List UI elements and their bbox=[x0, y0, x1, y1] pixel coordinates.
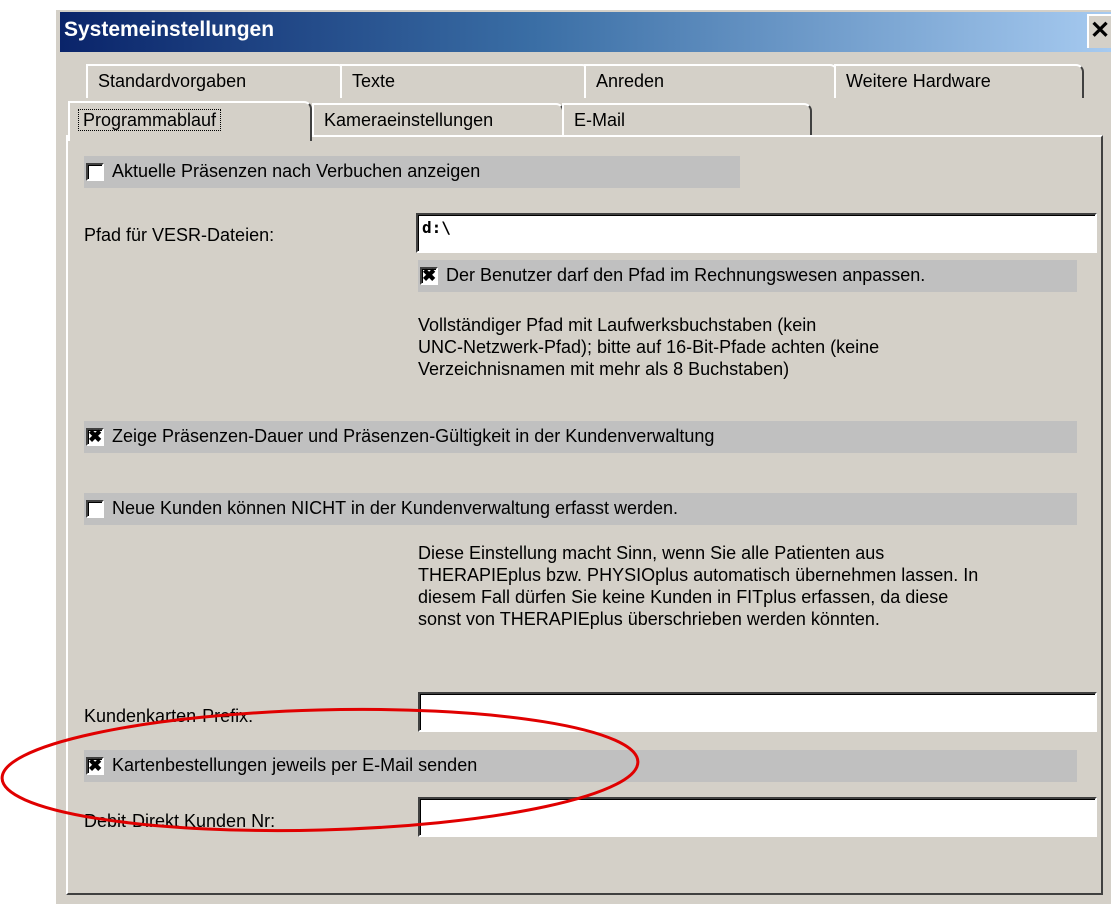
card-prefix-label: Kundenkarten-Prefix: bbox=[84, 706, 254, 726]
show-duration-label: Zeige Präsenzen-Dauer und Präsenzen-Gült… bbox=[112, 426, 715, 446]
tab-label: Anreden bbox=[596, 71, 665, 91]
user-may-adjust-checkbox[interactable]: ✖ bbox=[420, 266, 438, 285]
customers-hint-text: Diese Einstellung macht Sinn, wenn Sie a… bbox=[418, 543, 979, 629]
tab-standardvorgaben[interactable]: Standardvorgaben bbox=[86, 64, 346, 98]
tab-label: Kameraeinstellungen bbox=[324, 110, 494, 130]
window-title: Systemeinstellungen bbox=[64, 18, 275, 41]
title-bar[interactable]: Systemeinstellungen bbox=[60, 12, 1111, 52]
tab-label: Texte bbox=[352, 71, 396, 91]
check-icon: ✖ bbox=[88, 756, 103, 775]
no-new-customers-checkbox[interactable] bbox=[86, 500, 104, 518]
vesr-path-label: Pfad für VESR-Dateien: bbox=[84, 225, 275, 245]
check-icon: ✖ bbox=[422, 266, 437, 285]
show-duration-checkbox[interactable]: ✖ bbox=[86, 427, 104, 446]
user-may-adjust-label: Der Benutzer darf den Pfad im Rechnungsw… bbox=[446, 265, 926, 285]
check-icon: ✖ bbox=[88, 427, 103, 446]
vesr-path-input[interactable]: d:\ bbox=[416, 213, 1097, 253]
tab-label: Programmablauf bbox=[78, 109, 222, 131]
show-presences-label: Aktuelle Präsenzen nach Verbuchen anzeig… bbox=[112, 161, 481, 181]
tab-e-mail[interactable]: E-Mail bbox=[562, 103, 812, 137]
card-prefix-input[interactable] bbox=[418, 692, 1097, 732]
debit-direct-input[interactable] bbox=[418, 797, 1097, 837]
close-icon: ✕ bbox=[1089, 17, 1111, 44]
card-orders-email-label: Kartenbestellungen jeweils per E-Mail se… bbox=[112, 755, 478, 775]
tab-texte[interactable]: Texte bbox=[340, 64, 590, 98]
card-orders-email-checkbox[interactable]: ✖ bbox=[86, 756, 104, 775]
show-presences-checkbox[interactable] bbox=[86, 163, 104, 181]
tab-label: Standardvorgaben bbox=[98, 71, 247, 91]
vesr-hint-text: Vollständiger Pfad mit Laufwerksbuchstab… bbox=[418, 315, 880, 379]
tab-programmablauf[interactable]: Programmablauf bbox=[68, 101, 312, 141]
debit-direct-label: Debit-Direkt Kunden Nr: bbox=[84, 811, 276, 831]
tab-weitere-hardware[interactable]: Weitere Hardware bbox=[834, 64, 1084, 98]
tab-label: E-Mail bbox=[574, 110, 626, 130]
tab-kameraeinstellungen[interactable]: Kameraeinstellungen bbox=[312, 103, 564, 137]
close-button[interactable]: ✕ bbox=[1087, 14, 1111, 48]
tab-label: Weitere Hardware bbox=[846, 71, 991, 91]
tab-anreden[interactable]: Anreden bbox=[584, 64, 838, 98]
no-new-customers-label: Neue Kunden können NICHT in der Kundenve… bbox=[112, 498, 679, 518]
